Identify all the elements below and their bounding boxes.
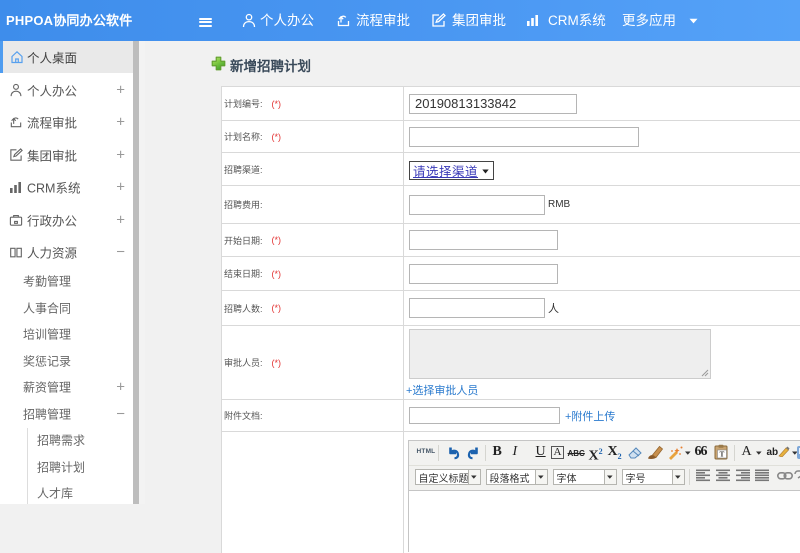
svg-text:T: T [719,451,724,459]
